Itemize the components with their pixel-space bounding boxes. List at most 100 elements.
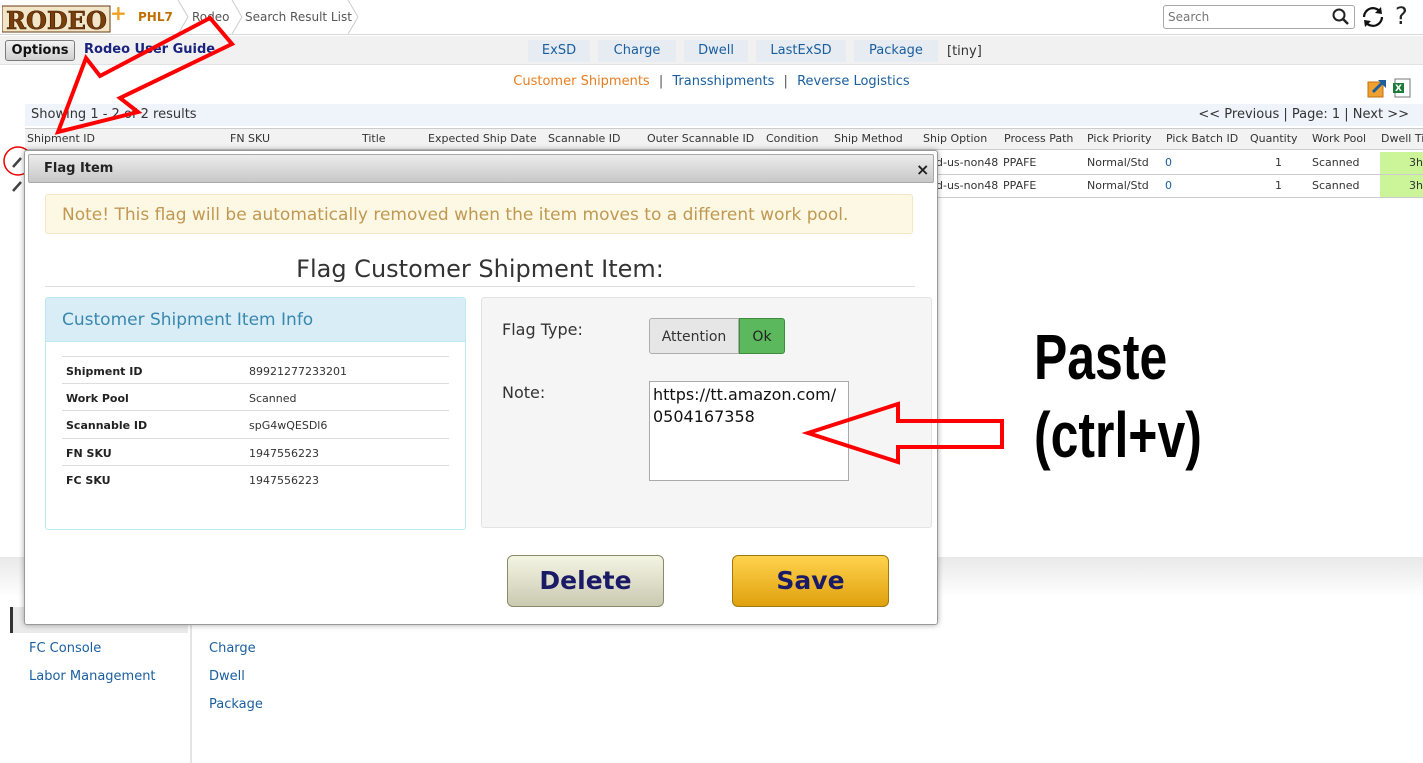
- info-key: FN SKU: [66, 447, 112, 460]
- flag-ok-button[interactable]: Ok: [739, 318, 785, 354]
- search-box[interactable]: [1163, 5, 1355, 29]
- table-row[interactable]: d-us-non48 PPAFE Normal/Std 0 1 Scanned …: [936, 152, 1423, 175]
- tab-lastexsd[interactable]: LastExSD: [756, 40, 846, 62]
- info-panel-header: Customer Shipment Item Info: [46, 298, 465, 342]
- info-row-scannable-id: Scannable ID spG4wQESDl6: [62, 410, 449, 438]
- paste-line2: (ctrl+v): [1034, 399, 1202, 471]
- modal-header[interactable]: Flag Item ×: [28, 154, 934, 183]
- breadcrumb-separator: [177, 0, 189, 34]
- col-condition[interactable]: Condition: [766, 132, 819, 145]
- cell-pick-priority: Normal/Std: [1087, 156, 1149, 169]
- cell-pick-batch[interactable]: 0: [1165, 179, 1172, 192]
- item-info-panel: Customer Shipment Item Info Shipment ID …: [45, 297, 466, 530]
- note-textarea[interactable]: https://tt.amazon.com/0504167358: [649, 381, 849, 481]
- tab-transshipments[interactable]: Transshipments: [672, 74, 774, 89]
- cell-process-path: PPAFE: [1003, 179, 1037, 192]
- col-expected-ship-date[interactable]: Expected Ship Date: [428, 132, 537, 145]
- tab-package[interactable]: Package: [854, 40, 938, 62]
- breadcrumb-separator: [347, 0, 359, 34]
- col-scannable-id[interactable]: Scannable ID: [548, 132, 620, 145]
- save-button[interactable]: Save: [732, 555, 889, 607]
- edit-pencil-icon[interactable]: [10, 179, 24, 193]
- cell-pick-batch[interactable]: 0: [1165, 156, 1172, 169]
- info-value: 89921277233201: [249, 365, 347, 378]
- breadcrumb-search-result[interactable]: Search Result List: [245, 0, 352, 34]
- svg-text:X: X: [1395, 84, 1402, 94]
- breadcrumb-site[interactable]: PHL7: [138, 0, 173, 34]
- tab-exsd[interactable]: ExSD: [528, 40, 590, 62]
- cell-ship-option: d-us-non48: [936, 156, 999, 169]
- close-icon[interactable]: ×: [916, 160, 929, 179]
- col-pick-priority[interactable]: Pick Priority: [1087, 132, 1152, 145]
- warning-alert: Note! This flag will be automatically re…: [45, 194, 913, 234]
- tab-dwell[interactable]: Dwell: [684, 40, 748, 62]
- col-dwell-time[interactable]: Dwell Time: [1381, 132, 1423, 145]
- modal-heading: Flag Customer Shipment Item:: [296, 255, 664, 283]
- paste-line1: Paste: [1034, 321, 1168, 393]
- search-icon[interactable]: [1331, 7, 1351, 27]
- tab-reverse-logistics[interactable]: Reverse Logistics: [797, 74, 910, 89]
- footer-link-charge[interactable]: Charge: [209, 641, 256, 656]
- col-title[interactable]: Title: [362, 132, 386, 145]
- table-row[interactable]: d-us-non48 PPAFE Normal/Std 0 1 Scanned …: [936, 175, 1423, 198]
- rodeo-logo[interactable]: RODEO +: [1, 1, 127, 35]
- refresh-icon[interactable]: [1360, 4, 1386, 30]
- options-button[interactable]: Options: [5, 40, 75, 61]
- delete-button[interactable]: Delete: [507, 555, 664, 607]
- help-icon[interactable]: ?: [1395, 2, 1408, 30]
- user-guide-link[interactable]: Rodeo User Guide: [84, 42, 215, 57]
- info-value: 1947556223: [249, 474, 319, 487]
- cell-pick-priority: Normal/Std: [1087, 179, 1149, 192]
- export-icon[interactable]: [1367, 78, 1387, 98]
- info-row-fn-sku: FN SKU 1947556223: [62, 438, 449, 466]
- excel-icon[interactable]: X: [1392, 78, 1412, 98]
- results-bar: Showing 1 - 2 of 2 results << Previous |…: [25, 104, 1423, 126]
- footer-link-labor[interactable]: Labor Management: [29, 669, 156, 684]
- col-process-path[interactable]: Process Path: [1004, 132, 1073, 145]
- info-row-work-pool: Work Pool Scanned: [62, 383, 449, 411]
- tab-charge[interactable]: Charge: [598, 40, 676, 62]
- cell-work-pool: Scanned: [1312, 179, 1360, 192]
- tab-customer-shipments[interactable]: Customer Shipments: [513, 74, 649, 89]
- footer-link-dwell[interactable]: Dwell: [209, 669, 245, 684]
- info-row-shipment-id: Shipment ID 89921277233201: [62, 356, 449, 384]
- cell-dwell: 3h: [1380, 175, 1423, 197]
- col-fn-sku[interactable]: FN SKU: [230, 132, 270, 145]
- col-pick-batch-id[interactable]: Pick Batch ID: [1166, 132, 1238, 145]
- results-table-header: Shipment ID FN SKU Title Expected Ship D…: [25, 128, 1423, 150]
- col-shipment-id[interactable]: Shipment ID: [27, 132, 95, 145]
- flag-item-modal: Flag Item × Note! This flag will be auto…: [24, 150, 938, 625]
- results-count: Showing 1 - 2 of 2 results: [31, 107, 197, 122]
- col-work-pool[interactable]: Work Pool: [1312, 132, 1366, 145]
- col-ship-method[interactable]: Ship Method: [834, 132, 903, 145]
- svg-text:RODEO: RODEO: [6, 6, 107, 34]
- footer-link-fc-console[interactable]: FC Console: [29, 641, 101, 656]
- col-quantity[interactable]: Quantity: [1250, 132, 1298, 145]
- flag-form-panel: Flag Type: Attention Ok Note: https://tt…: [481, 297, 932, 528]
- info-key: FC SKU: [66, 474, 111, 487]
- info-key: Shipment ID: [66, 365, 143, 378]
- note-label: Note:: [502, 383, 546, 402]
- flag-attention-button[interactable]: Attention: [649, 318, 739, 354]
- tab-separator: |: [783, 74, 788, 89]
- col-ship-option[interactable]: Ship Option: [923, 132, 987, 145]
- info-panel-title: Customer Shipment Item Info: [62, 310, 314, 330]
- breadcrumb-separator: [231, 0, 243, 34]
- tiny-toggle[interactable]: [tiny]: [947, 44, 982, 59]
- pagination[interactable]: << Previous | Page: 1 | Next >>: [1198, 104, 1409, 126]
- info-value: Scanned: [249, 392, 297, 405]
- cell-ship-option: d-us-non48: [936, 179, 999, 192]
- cell-work-pool: Scanned: [1312, 156, 1360, 169]
- flag-type-label: Flag Type:: [502, 320, 583, 339]
- search-input[interactable]: [1164, 7, 1332, 27]
- paste-instruction: Paste (ctrl+v): [1034, 318, 1206, 474]
- col-outer-scannable-id[interactable]: Outer Scannable ID: [647, 132, 754, 145]
- breadcrumb-rodeo[interactable]: Rodeo: [192, 0, 229, 34]
- info-value: 1947556223: [249, 447, 319, 460]
- cell-quantity: 1: [1275, 156, 1282, 169]
- cell-dwell: 3h: [1380, 152, 1423, 174]
- info-key: Work Pool: [66, 392, 129, 405]
- shipment-type-tabs: Customer Shipments | Transshipments | Re…: [0, 74, 1423, 89]
- info-row-fc-sku: FC SKU 1947556223: [62, 465, 449, 493]
- footer-link-package[interactable]: Package: [209, 697, 263, 712]
